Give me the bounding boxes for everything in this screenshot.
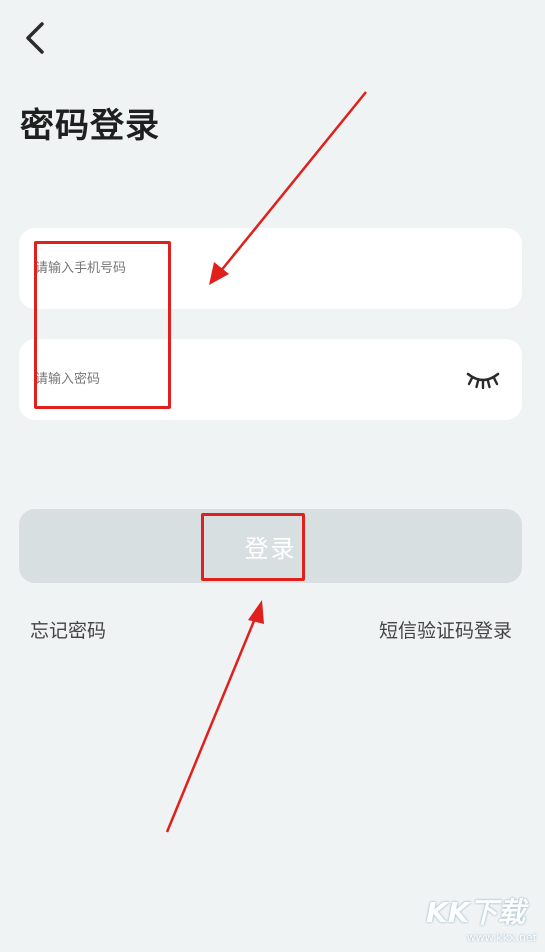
back-button[interactable] — [18, 18, 54, 58]
page-title: 密码登录 — [20, 106, 160, 146]
annotation-arrow-bottom — [165, 600, 264, 833]
phone-input[interactable] — [35, 228, 455, 309]
watermark-logo: KK下载 www.kkx.net — [426, 895, 541, 951]
login-button[interactable]: 登录 — [19, 509, 522, 583]
watermark-text: KK下载 — [426, 896, 526, 929]
chevron-left-icon — [26, 22, 44, 54]
password-field — [19, 339, 522, 420]
watermark-url: www.kkx.net — [466, 931, 537, 944]
closed-eye-icon[interactable] — [466, 368, 500, 390]
phone-field — [19, 228, 522, 309]
forgot-password-link[interactable]: 忘记密码 — [30, 616, 106, 643]
password-input[interactable] — [35, 339, 455, 420]
sms-login-link[interactable]: 短信验证码登录 — [379, 616, 512, 643]
